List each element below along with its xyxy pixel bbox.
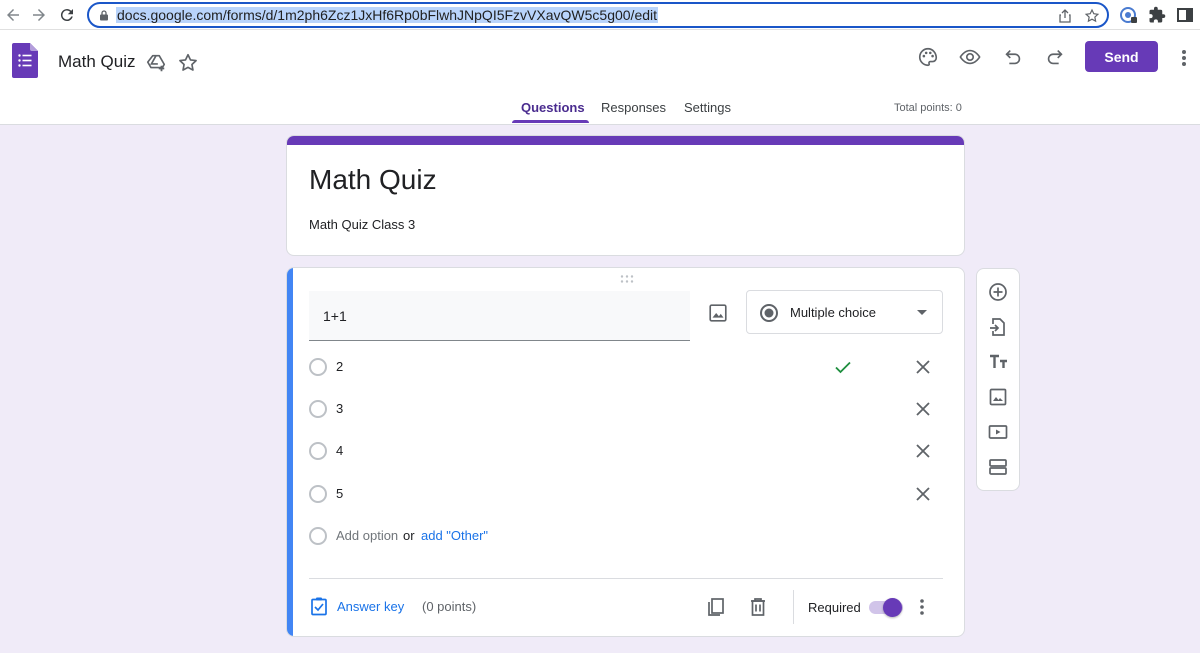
question-text-input[interactable] [309, 291, 690, 341]
bookmark-star-icon[interactable] [1084, 8, 1100, 24]
option-label[interactable]: 5 [336, 486, 343, 501]
side-panel-icon[interactable] [1176, 6, 1194, 24]
required-label: Required [808, 600, 861, 615]
duplicate-icon[interactable] [705, 596, 727, 618]
option-radio [309, 485, 327, 503]
tab-settings[interactable]: Settings [684, 100, 731, 125]
option-radio [309, 400, 327, 418]
footer-vertical-divider [793, 590, 794, 624]
section-icon[interactable] [988, 457, 1008, 477]
remove-option-icon[interactable] [914, 400, 932, 418]
points-label: (0 points) [422, 599, 477, 614]
option-label[interactable]: 2 [336, 359, 343, 374]
or-text: or [403, 528, 415, 543]
form-title-card[interactable]: Math Quiz Math Quiz Class 3 [286, 135, 965, 256]
add-other-link[interactable]: add "Other" [421, 528, 488, 543]
radio-button-checked-icon [759, 303, 779, 323]
option-radio [309, 527, 327, 545]
more-vert-icon[interactable] [1176, 47, 1192, 69]
import-icon[interactable] [988, 317, 1008, 337]
title-card-accent [287, 136, 964, 145]
remove-option-icon[interactable] [914, 358, 932, 376]
caret-down-icon [917, 310, 927, 316]
drag-handle-icon[interactable] [619, 274, 635, 284]
add-option-row: Add option or add "Other" [309, 521, 949, 551]
add-circle-icon[interactable] [988, 282, 1008, 302]
tab-responses[interactable]: Responses [601, 100, 666, 125]
star-icon[interactable] [177, 52, 199, 74]
lock-icon [99, 10, 109, 21]
add-image-icon[interactable] [707, 302, 729, 324]
question-more-vert-icon[interactable] [914, 597, 930, 617]
required-toggle[interactable] [869, 598, 903, 617]
image-icon[interactable] [988, 387, 1008, 407]
remove-option-icon[interactable] [914, 442, 932, 460]
assignment-check-icon [309, 596, 329, 616]
add-option-button[interactable]: Add option [336, 528, 398, 543]
question-type-label: Multiple choice [790, 305, 876, 320]
form-tabs: Questions Responses Settings Total point… [0, 98, 1200, 125]
remove-option-icon[interactable] [914, 485, 932, 503]
active-question-indicator [287, 268, 293, 636]
document-title[interactable]: Math Quiz [58, 52, 135, 72]
palette-icon[interactable] [917, 46, 939, 68]
address-bar[interactable]: docs.google.com/forms/d/1m2ph6Zcz1JxHf6R… [87, 2, 1109, 28]
question-type-dropdown[interactable]: Multiple choice [746, 290, 943, 334]
active-tab-indicator [512, 120, 589, 123]
browser-toolbar: docs.google.com/forms/d/1m2ph6Zcz1JxHf6R… [0, 0, 1200, 30]
extensions-puzzle-icon[interactable] [1148, 6, 1166, 24]
back-arrow-icon[interactable] [4, 6, 22, 24]
send-button[interactable]: Send [1085, 41, 1158, 72]
option-radio [309, 358, 327, 376]
form-title[interactable]: Math Quiz [309, 164, 437, 196]
side-toolbar [976, 268, 1020, 491]
title-tt-icon[interactable] [988, 352, 1008, 372]
option-row[interactable]: 2 [309, 352, 949, 382]
reload-icon[interactable] [58, 6, 76, 24]
move-to-drive-icon[interactable] [145, 52, 167, 74]
forms-header: Math Quiz Send Questions Responses Setti… [0, 30, 1200, 125]
option-row[interactable]: 3 [309, 394, 949, 424]
answer-key-label: Answer key [337, 599, 405, 614]
redo-icon[interactable] [1044, 46, 1066, 68]
undo-icon[interactable] [1002, 46, 1024, 68]
option-row[interactable]: 5 [309, 479, 949, 509]
profile-extension-icon[interactable] [1120, 6, 1138, 24]
preview-eye-icon[interactable] [959, 46, 981, 68]
option-radio [309, 442, 327, 460]
share-icon[interactable] [1057, 8, 1073, 24]
form-description[interactable]: Math Quiz Class 3 [309, 217, 415, 232]
option-label[interactable]: 4 [336, 443, 343, 458]
google-forms-logo[interactable] [12, 43, 38, 78]
total-points: Total points: 0 [894, 102, 962, 114]
option-row[interactable]: 4 [309, 436, 949, 466]
correct-answer-check-icon [834, 358, 852, 376]
toggle-knob [883, 598, 902, 617]
video-icon[interactable] [988, 422, 1008, 442]
footer-divider [309, 578, 943, 579]
question-card[interactable]: Multiple choice 2 3 4 5 [286, 267, 965, 637]
url-text[interactable]: docs.google.com/forms/d/1m2ph6Zcz1JxHf6R… [116, 7, 659, 23]
delete-trash-icon[interactable] [747, 596, 769, 618]
forward-arrow-icon[interactable] [30, 6, 48, 24]
option-label[interactable]: 3 [336, 401, 343, 416]
